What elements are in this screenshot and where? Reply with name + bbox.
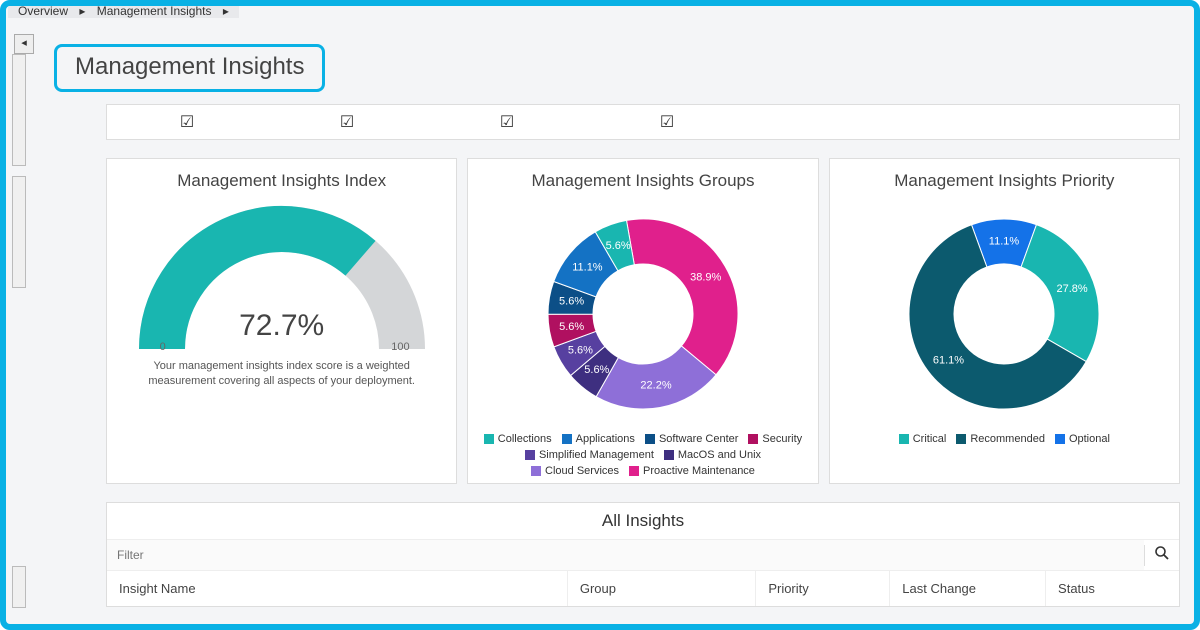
breadcrumb-item[interactable]: Management Insights <box>97 4 212 18</box>
card-priority: Management Insights Priority 11.1% 27.8% 6… <box>829 158 1180 484</box>
legend-swatch <box>956 434 966 444</box>
chart-cards-row: Management Insights Index 72.7% 0 100 Yo… <box>106 158 1180 484</box>
main-content: ☑ ☑ ☑ ☑ Management Insights Index 72.7% … <box>106 104 1180 614</box>
col-status[interactable]: Status <box>1046 571 1179 606</box>
all-insights-title: All Insights <box>107 503 1179 540</box>
filter-checkbox-row: ☑ ☑ ☑ ☑ <box>106 104 1180 140</box>
legend-swatch <box>531 466 541 476</box>
donut-slice-label: 27.8% <box>1057 283 1088 295</box>
legend-item[interactable]: Software Center <box>645 433 738 445</box>
donut-slice-label: 61.1% <box>933 355 964 367</box>
rail-handle[interactable] <box>12 566 26 608</box>
checkbox-1[interactable]: ☑ <box>107 112 267 132</box>
card-title: Management Insights Index <box>177 171 386 191</box>
legend-item[interactable]: Critical <box>899 433 947 445</box>
breadcrumb-item[interactable]: Overview <box>18 4 68 18</box>
card-title: Management Insights Priority <box>894 171 1114 191</box>
legend-swatch <box>1055 434 1065 444</box>
legend-swatch <box>748 434 758 444</box>
legend-item[interactable]: Applications <box>562 433 635 445</box>
filter-input[interactable] <box>107 540 1144 570</box>
checkbox-2[interactable]: ☑ <box>267 112 427 132</box>
donut-slice-label: 38.9% <box>690 272 721 284</box>
col-priority[interactable]: Priority <box>756 571 890 606</box>
col-insight-name[interactable]: Insight Name <box>107 571 568 606</box>
donut-slice-label: 11.1% <box>989 236 1020 248</box>
gauge-chart: 72.7% 0 100 <box>122 199 442 349</box>
donut-slice-label: 5.6% <box>584 364 609 376</box>
donut-slice-label: 22.2% <box>640 379 671 391</box>
rail-handle[interactable] <box>12 176 26 288</box>
legend-swatch <box>484 434 494 444</box>
donut-slice-label: 5.6% <box>559 295 584 307</box>
donut-slice-label: 5.6% <box>568 345 593 357</box>
donut-slice-label: 5.6% <box>606 240 631 252</box>
gauge-min: 0 <box>160 341 166 353</box>
checkbox-3[interactable]: ☑ <box>427 112 587 132</box>
collapse-panel-button[interactable]: ◂ <box>14 34 34 54</box>
legend-swatch <box>525 450 535 460</box>
col-last-change[interactable]: Last Change <box>890 571 1046 606</box>
all-insights-panel: All Insights Insight Name Group Priority… <box>106 502 1180 607</box>
legend-item[interactable]: Cloud Services <box>531 465 619 477</box>
donut-priority-chart: 11.1% 27.8% 61.1% <box>889 199 1119 429</box>
breadcrumb[interactable]: Overview ▸ Management Insights ▸ <box>8 4 239 18</box>
legend-swatch <box>629 466 639 476</box>
col-group[interactable]: Group <box>568 571 756 606</box>
chevron-right-icon: ▸ <box>223 4 229 18</box>
legend-item[interactable]: Recommended <box>956 433 1045 445</box>
search-icon[interactable] <box>1144 545 1179 566</box>
legend-swatch <box>899 434 909 444</box>
card-groups: Management Insights Groups 38.9% 22.2% 5.6… <box>467 158 818 484</box>
card-index: Management Insights Index 72.7% 0 100 Yo… <box>106 158 457 484</box>
legend-item[interactable]: Security <box>748 433 802 445</box>
left-rail <box>12 54 24 618</box>
legend-swatch <box>645 434 655 444</box>
gauge-max: 100 <box>391 341 409 353</box>
page-title: Management Insights <box>54 44 325 92</box>
legend-item[interactable]: Simplified Management <box>525 449 654 461</box>
legend-priority: Critical Recommended Optional <box>899 433 1110 445</box>
gauge-description: Your management insights index score is … <box>127 359 436 390</box>
donut-slice-label: 11.1% <box>572 261 603 273</box>
legend-item[interactable]: Optional <box>1055 433 1110 445</box>
gauge-value: 72.7% <box>122 309 442 343</box>
legend-item[interactable]: Collections <box>484 433 552 445</box>
legend-swatch <box>664 450 674 460</box>
donut-groups-chart: 38.9%22.2%5.6%5.6%5.6%5.6%11.1%5.6% <box>528 199 758 429</box>
legend-swatch <box>562 434 572 444</box>
app-window: Overview ▸ Management Insights ▸ ◂ Manag… <box>0 0 1200 630</box>
insights-table-header: Insight Name Group Priority Last Change … <box>107 571 1179 606</box>
checkbox-4[interactable]: ☑ <box>587 112 747 132</box>
legend-groups: Collections Applications Software Center Se… <box>476 433 809 477</box>
chevron-right-icon: ▸ <box>79 4 85 18</box>
legend-item[interactable]: Proactive Maintenance <box>629 465 755 477</box>
donut-slice-label: 5.6% <box>559 321 584 333</box>
legend-item[interactable]: MacOS and Unix <box>664 449 761 461</box>
rail-handle[interactable] <box>12 54 26 166</box>
card-title: Management Insights Groups <box>531 171 754 191</box>
filter-row <box>107 540 1179 571</box>
